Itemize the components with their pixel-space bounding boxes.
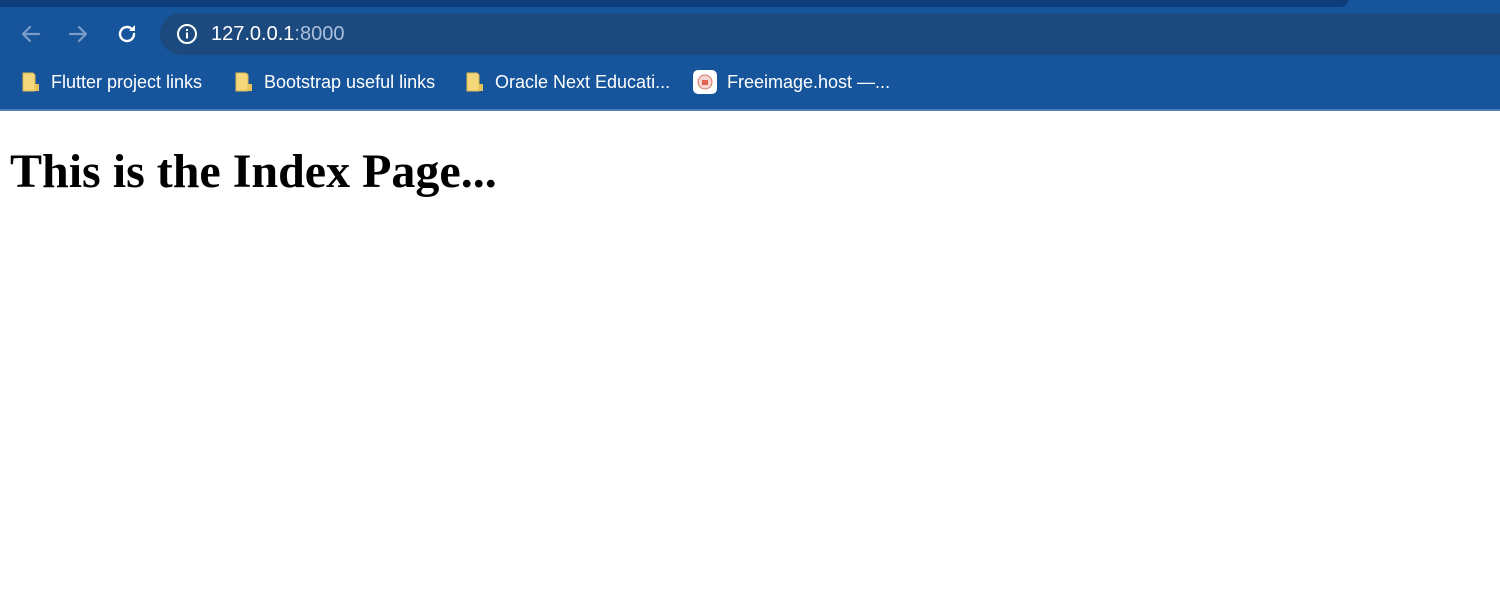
bookmark-freeimage-host[interactable]: Freeimage.host —... [693, 68, 890, 96]
url-host: 127.0.0.1 [211, 23, 295, 45]
browser-toolbar: 127.0.0.1:8000 [0, 11, 1500, 57]
reload-button[interactable] [111, 18, 143, 50]
bookmark-bootstrap-useful-links[interactable]: Bootstrap useful links [234, 68, 435, 96]
page-content: This is the Index Page... [0, 111, 1500, 593]
arrow-right-icon [68, 25, 88, 43]
page-heading: This is the Index Page... [10, 145, 497, 198]
browser-chrome: 127.0.0.1:8000 Flutter project links Boo… [0, 0, 1500, 110]
address-bar[interactable]: 127.0.0.1:8000 [160, 13, 1500, 55]
folder-icon [235, 72, 252, 92]
back-button[interactable] [15, 18, 47, 50]
tab-strip [0, 0, 1348, 7]
site-info-icon[interactable] [176, 23, 198, 45]
bookmark-label: Flutter project links [51, 72, 203, 92]
reload-icon [118, 25, 136, 43]
folder-icon [22, 72, 39, 92]
bookmark-label: Freeimage.host —... [727, 72, 891, 92]
bookmarks-bar: Flutter project links Bootstrap useful l… [0, 64, 1500, 100]
bookmark-flutter-project-links[interactable]: Flutter project links [21, 68, 202, 96]
bookmark-oracle-next-education[interactable]: Oracle Next Educati... [465, 68, 670, 96]
bookmark-label: Oracle Next Educati... [495, 72, 671, 92]
url-text[interactable]: 127.0.0.1:8000 [211, 22, 344, 46]
folder-icon [466, 72, 483, 92]
arrow-left-icon [21, 25, 41, 43]
forward-button[interactable] [62, 18, 94, 50]
freeimage-site-icon [693, 70, 717, 94]
bookmark-label: Bootstrap useful links [264, 72, 436, 92]
url-port: :8000 [294, 23, 345, 45]
